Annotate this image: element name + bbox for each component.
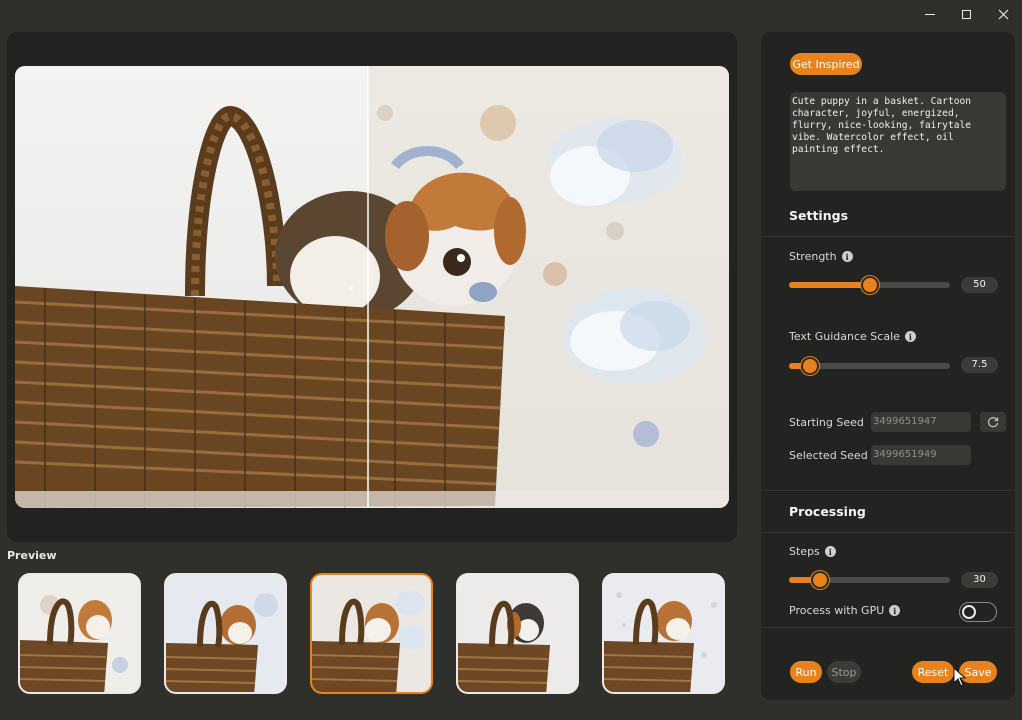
info-icon[interactable]: i — [889, 605, 901, 616]
minimize-icon[interactable] — [911, 0, 948, 28]
gpu-label-text: Process with GPU — [789, 604, 885, 617]
reset-button[interactable]: Reset — [912, 661, 954, 683]
preview-thumbnail-3[interactable] — [310, 573, 433, 694]
stop-button[interactable]: Stop — [827, 661, 861, 683]
starting-seed-label: Starting Seed — [789, 416, 864, 429]
info-icon[interactable]: i — [824, 546, 836, 557]
divider — [761, 627, 1015, 628]
close-icon[interactable] — [985, 0, 1022, 28]
thumbnail-image — [20, 575, 139, 692]
steps-label: Steps i — [789, 545, 836, 558]
selected-seed-label: Selected Seed — [789, 449, 868, 462]
puppy-basket-artwork — [15, 105, 729, 508]
steps-value[interactable]: 30 — [961, 572, 998, 588]
refresh-seed-button[interactable] — [980, 412, 1006, 432]
info-icon[interactable]: i — [904, 331, 916, 342]
divider — [761, 236, 1015, 237]
guidance-label-text: Text Guidance Scale — [789, 330, 900, 343]
compare-divider[interactable] — [367, 66, 369, 508]
chevron-left-icon[interactable]: ‹ — [348, 278, 354, 297]
maximize-icon[interactable] — [948, 0, 985, 28]
preview-thumbnail-5[interactable] — [602, 573, 725, 694]
slider-handle[interactable] — [800, 357, 819, 375]
canvas-panel: ‹ — [7, 32, 737, 542]
info-icon[interactable]: i — [841, 251, 853, 262]
guidance-label: Text Guidance Scale i — [789, 330, 916, 343]
mouse-cursor-icon — [953, 667, 967, 687]
preview-thumbnail-4[interactable] — [456, 573, 579, 694]
thumbnail-image — [166, 575, 285, 692]
steps-slider[interactable] — [789, 571, 950, 589]
thumbnail-image — [458, 575, 577, 692]
strength-label-text: Strength — [789, 250, 837, 263]
strength-value[interactable]: 50 — [961, 277, 998, 293]
gpu-label: Process with GPU i — [789, 604, 901, 617]
slider-fill — [789, 282, 870, 288]
settings-panel: Get Inspired Cute puppy in a basket. Car… — [761, 32, 1015, 700]
steps-label-text: Steps — [789, 545, 820, 558]
strength-slider[interactable] — [789, 276, 950, 294]
get-inspired-button[interactable]: Get Inspired — [790, 53, 862, 75]
settings-title: Settings — [789, 208, 849, 223]
prompt-textarea[interactable]: Cute puppy in a basket. Cartoon characte… — [790, 92, 1006, 191]
gpu-toggle[interactable] — [959, 602, 997, 622]
divider — [761, 532, 1015, 533]
selected-seed-input[interactable]: 3499651949 — [871, 445, 971, 465]
preview-label: Preview — [7, 549, 57, 562]
thumbnail-image — [604, 575, 723, 692]
divider — [761, 490, 1015, 491]
preview-thumbnail-2[interactable] — [164, 573, 287, 694]
slider-handle[interactable] — [810, 571, 829, 589]
processing-title: Processing — [789, 504, 866, 519]
toggle-knob — [962, 605, 976, 619]
strength-label: Strength i — [789, 250, 853, 263]
guidance-slider[interactable] — [789, 357, 950, 375]
thumbnail-image — [312, 575, 431, 692]
slider-handle[interactable] — [860, 276, 879, 294]
refresh-icon — [987, 417, 999, 428]
starting-seed-input[interactable]: 3499651947 — [871, 412, 971, 432]
guidance-value[interactable]: 7.5 — [961, 357, 998, 373]
before-after-comparison[interactable]: ‹ — [15, 66, 729, 508]
window-controls — [911, 0, 1022, 28]
preview-thumbnail-1[interactable] — [18, 573, 141, 694]
run-button[interactable]: Run — [790, 661, 822, 683]
